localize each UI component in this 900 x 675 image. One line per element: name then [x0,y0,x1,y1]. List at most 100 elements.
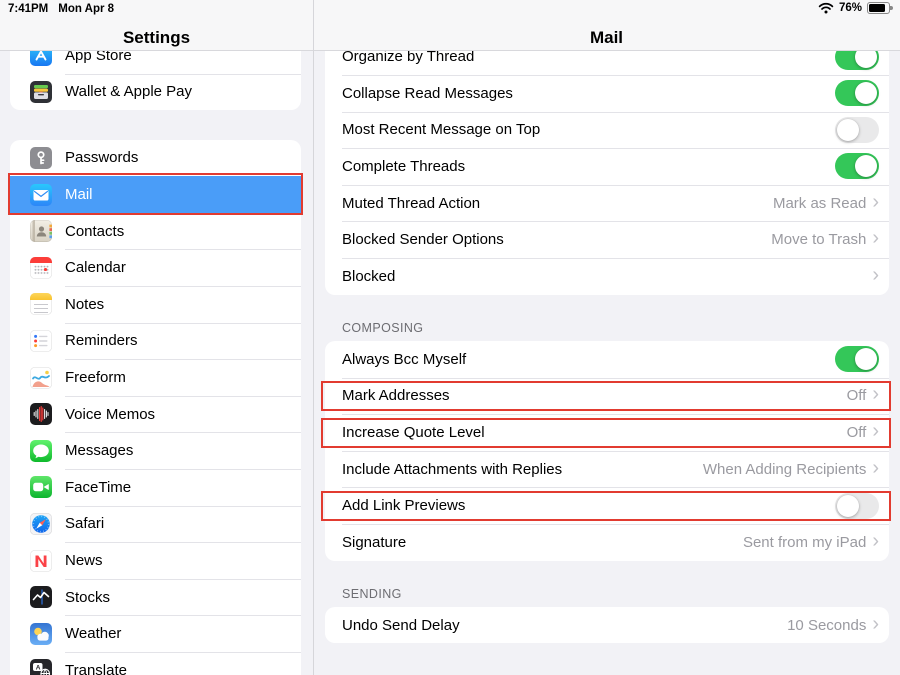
sidebar-item-mail[interactable]: Mail [10,176,301,213]
sidebar-item-reminders[interactable]: Reminders [10,323,301,360]
facetime-icon [30,476,52,498]
page-title: Mail [313,28,900,48]
chevron-right-icon [872,192,879,212]
row-value: Off [847,387,867,404]
notes-icon [30,293,52,315]
row-label: Most Recent Message on Top [342,121,835,138]
row-value: Move to Trash [771,231,866,248]
row-signature[interactable]: Signature Sent from my iPad [325,524,889,561]
chevron-right-icon [872,265,879,285]
row-always-bcc-myself: Always Bcc Myself [325,341,889,378]
sidebar-item-wallet[interactable]: Wallet & Apple Pay [10,74,301,111]
sidebar-item-facetime[interactable]: FaceTime [10,469,301,506]
row-value: Sent from my iPad [743,534,866,551]
sidebar-item-translate[interactable]: A Translate [10,652,301,675]
row-muted-thread-action[interactable]: Muted Thread Action Mark as Read [325,185,889,222]
wallet-icon [30,81,52,103]
sending-section-header: SENDING [342,587,402,601]
sidebar-item-label: Contacts [65,223,124,240]
sidebar-item-label: Messages [65,442,133,459]
row-label: Muted Thread Action [342,195,773,212]
calendar-icon [30,257,52,279]
sidebar-item-label: Translate [65,662,127,675]
mail-icon [30,184,52,206]
sidebar-item-label: Notes [65,296,104,313]
sidebar-item-passwords[interactable]: Passwords [10,140,301,177]
sidebar-item-weather[interactable]: Weather [10,615,301,652]
toggle-most-recent-message-on-top[interactable] [835,117,879,143]
sidebar-item-news[interactable]: News [10,542,301,579]
sidebar-item-contacts[interactable]: Contacts [10,213,301,250]
chevron-right-icon [872,614,879,634]
row-value: When Adding Recipients [703,461,866,478]
sidebar-item-freeform[interactable]: Freeform [10,359,301,396]
row-value: Off [847,424,867,441]
weather-icon [30,623,52,645]
battery-percent: 76% [839,2,862,14]
sidebar-item-calendar[interactable]: Calendar [10,249,301,286]
sidebar-item-label: Mail [65,186,93,203]
reminders-icon [30,330,52,352]
row-most-recent-message-on-top: Most Recent Message on Top [325,112,889,149]
clock: 7:41PM [8,3,48,15]
battery-icon [867,2,890,14]
sidebar-group-apps: Passwords Mail [10,140,301,675]
row-increase-quote-level[interactable]: Increase Quote Level Off [325,414,889,451]
sidebar-item-stocks[interactable]: Stocks [10,579,301,616]
passwords-icon [30,147,52,169]
row-label: Increase Quote Level [342,424,847,441]
sidebar-item-label: Weather [65,625,121,642]
sidebar-item-label: Voice Memos [65,406,155,423]
stocks-icon [30,586,52,608]
sending-group: Undo Send Delay 10 Seconds [325,607,889,644]
chevron-right-icon [872,458,879,478]
chevron-right-icon [872,228,879,248]
row-undo-send-delay[interactable]: Undo Send Delay 10 Seconds [325,607,889,644]
row-value: 10 Seconds [787,617,866,634]
sidebar-item-notes[interactable]: Notes [10,286,301,323]
sidebar-item-label: Reminders [65,332,138,349]
row-label: Include Attachments with Replies [342,461,703,478]
sidebar-item-label: Safari [65,515,104,532]
sidebar-item-voice-memos[interactable]: Voice Memos [10,396,301,433]
composing-section-header: COMPOSING [342,321,423,335]
status-bar-left: 7:41PM Mon Apr 8 [8,3,114,15]
row-label: Undo Send Delay [342,617,787,634]
sidebar-item-label: Freeform [65,369,126,386]
messages-icon [30,440,52,462]
row-include-attachments-with-replies[interactable]: Include Attachments with Replies When Ad… [325,451,889,488]
date: Mon Apr 8 [58,3,114,15]
freeform-icon [30,367,52,389]
row-value: Mark as Read [773,195,866,212]
translate-icon: A [30,659,52,675]
navigation-bar: 7:41PM Mon Apr 8 76% Settings Mail [0,0,900,51]
row-label: Add Link Previews [342,497,835,514]
row-label: Blocked Sender Options [342,231,771,248]
row-blocked[interactable]: Blocked [325,258,889,295]
sidebar-item-safari[interactable]: Safari [10,506,301,543]
sidebar-item-label: FaceTime [65,479,131,496]
toggle-always-bcc-myself[interactable] [835,346,879,372]
row-mark-addresses[interactable]: Mark Addresses Off [325,378,889,415]
row-label: Complete Threads [342,158,835,175]
voice-memos-icon [30,403,52,425]
toggle-complete-threads[interactable] [835,153,879,179]
composing-group: Always Bcc Myself Mark Addresses Off Inc… [325,341,889,561]
toggle-add-link-previews[interactable] [835,493,879,519]
row-label: Mark Addresses [342,387,847,404]
chevron-right-icon [872,384,879,404]
sidebar-item-label: News [65,552,103,569]
row-label: Collapse Read Messages [342,85,835,102]
sidebar-item-label: Wallet & Apple Pay [65,83,192,100]
svg-text:A: A [36,665,41,672]
status-bar-right: 76% [818,2,893,14]
sidebar-item-messages[interactable]: Messages [10,432,301,469]
toggle-collapse-read-messages[interactable] [835,80,879,106]
row-blocked-sender-options[interactable]: Blocked Sender Options Move to Trash [325,221,889,258]
sidebar-item-label: Stocks [65,589,110,606]
row-label: Signature [342,534,743,551]
news-icon [30,550,52,572]
wifi-icon [818,2,834,14]
panel-divider [313,0,314,675]
contacts-icon [30,220,52,242]
